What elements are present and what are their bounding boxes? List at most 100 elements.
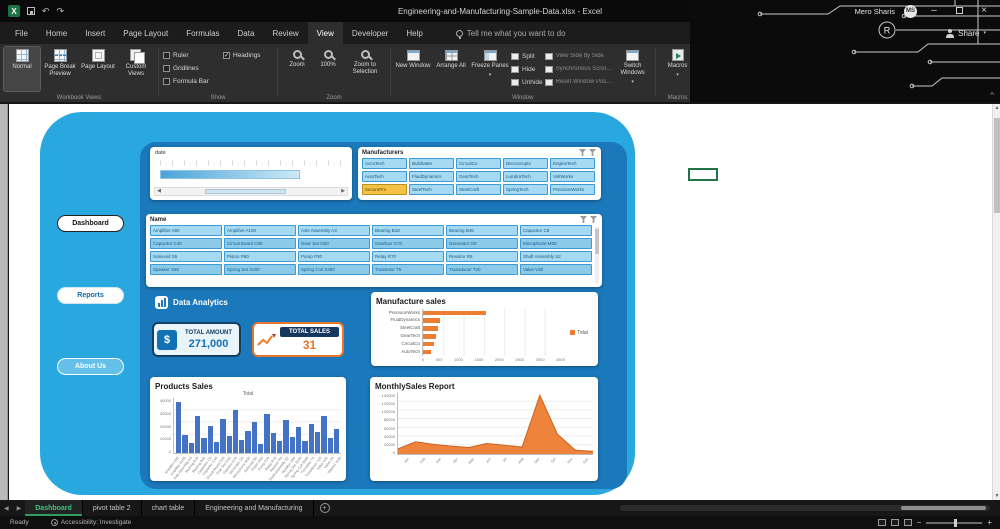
view-side-by-side-button[interactable]: View Side by Side bbox=[544, 50, 613, 62]
vertical-scrollbar[interactable]: ▲ ▼ bbox=[992, 104, 1000, 500]
split-button[interactable]: Split bbox=[511, 50, 543, 62]
zoom-slider[interactable] bbox=[926, 518, 983, 527]
headings-checkbox[interactable]: Headings bbox=[223, 50, 273, 61]
restore-button[interactable] bbox=[951, 0, 967, 23]
name-slicer-item[interactable]: Amplifier A90 bbox=[150, 225, 222, 236]
scroll-right-icon[interactable]: ▶ bbox=[339, 188, 347, 195]
ribbon-tab-developer[interactable]: Developer bbox=[343, 22, 397, 44]
name-slicer-item[interactable]: Piston P60 bbox=[224, 251, 296, 262]
manufacturer-slicer-item[interactable]: LumbraTech bbox=[503, 171, 548, 182]
scroll-up-icon[interactable]: ▲ bbox=[993, 104, 1000, 112]
name-slicer-item[interactable]: Transducer T20 bbox=[446, 264, 518, 275]
hide-button[interactable]: Hide bbox=[511, 63, 543, 75]
name-slicer-item[interactable]: Resistor R5 bbox=[446, 251, 518, 262]
date-timeline-slicer[interactable]: date ◀ ▶ bbox=[150, 147, 352, 200]
name-slicer-item[interactable]: Shaft Assembly S2 bbox=[520, 251, 592, 262]
name-slicer-item[interactable]: Valve V30 bbox=[520, 264, 592, 275]
ribbon-tab-data[interactable]: Data bbox=[229, 22, 264, 44]
slicer-clear-filter-icon[interactable] bbox=[590, 216, 597, 223]
share-button[interactable]: Share ▾ bbox=[946, 25, 986, 41]
name-slicer-item[interactable]: Axle Assembly A3 bbox=[298, 225, 370, 236]
redo-icon[interactable]: ↷ bbox=[57, 6, 65, 16]
sheet-tab-engineering-and-manufacturing[interactable]: Engineering and Manufacturing bbox=[195, 500, 314, 516]
slicer-multiselect-icon[interactable] bbox=[579, 149, 586, 156]
page-layout-button[interactable]: Page Layout bbox=[80, 47, 116, 91]
scrollbar-thumb[interactable] bbox=[994, 118, 1000, 213]
tab-scroll-right-icon[interactable]: ▶ bbox=[13, 500, 26, 516]
scrollbar-thumb[interactable] bbox=[204, 189, 286, 194]
zoom-100-button[interactable]: 100% bbox=[314, 47, 342, 91]
name-slicer-item[interactable]: Solenoid S6 bbox=[150, 251, 222, 262]
slicer-clear-filter-icon[interactable] bbox=[589, 149, 596, 156]
zoom-slider-thumb[interactable] bbox=[954, 518, 958, 527]
name-slicer-item[interactable]: Bearing B45 bbox=[446, 225, 518, 236]
manufacturer-slicer-item[interactable]: SecurePro bbox=[362, 184, 407, 195]
unhide-button[interactable]: Unhide bbox=[511, 76, 543, 88]
name-slicer-item[interactable]: Capacitor C8 bbox=[520, 225, 592, 236]
close-button[interactable]: × bbox=[976, 0, 992, 22]
name-slicer-item[interactable]: Amplifier A100 bbox=[224, 225, 296, 236]
tell-me-box[interactable]: Tell me what you want to do bbox=[455, 22, 566, 44]
name-slicer-item[interactable]: Capacitor C40 bbox=[150, 238, 222, 249]
save-icon[interactable] bbox=[27, 7, 35, 15]
switch-windows-button[interactable]: Switch Windows ▾ bbox=[615, 47, 651, 91]
undo-icon[interactable]: ↶ bbox=[42, 6, 50, 16]
horizontal-scrollbar[interactable] bbox=[620, 505, 990, 511]
name-slicer-item[interactable]: Transistor T5 bbox=[372, 264, 444, 275]
name-slicer-item[interactable]: Bearing B18 bbox=[372, 225, 444, 236]
page-break-preview-button[interactable]: Page Break Preview bbox=[42, 47, 78, 91]
sidebar-item-about-us[interactable]: About Us bbox=[57, 358, 124, 375]
ribbon-tab-home[interactable]: Home bbox=[37, 22, 76, 44]
manufacturer-slicer-item[interactable]: BuildMate bbox=[409, 158, 454, 169]
name-slicer-item[interactable]: Microphone M30 bbox=[520, 238, 592, 249]
sheet-tab-pivot-table-2[interactable]: pivot table 2 bbox=[83, 500, 142, 516]
reset-window-position-button[interactable]: Reset Window Position bbox=[544, 76, 613, 88]
zoom-to-selection-button[interactable]: Zoom to Selection bbox=[344, 47, 386, 91]
ribbon-tab-formulas[interactable]: Formulas bbox=[177, 22, 228, 44]
scrollbar-thumb[interactable] bbox=[595, 229, 599, 255]
ribbon-tab-insert[interactable]: Insert bbox=[76, 22, 114, 44]
excel-app-icon[interactable]: X bbox=[8, 5, 20, 17]
name-slicer-item[interactable]: Pump P30 bbox=[298, 251, 370, 262]
ribbon-tab-view[interactable]: View bbox=[307, 22, 343, 44]
manufacturer-slicer-item[interactable]: EngineTech bbox=[550, 158, 595, 169]
sheet-tab-dashboard[interactable]: Dashboard bbox=[25, 500, 83, 516]
manufacturer-slicer-item[interactable]: VoltWorks bbox=[550, 171, 595, 182]
synchronous-scrolling-button[interactable]: Synchronous Scrolling bbox=[544, 63, 613, 75]
scroll-down-icon[interactable]: ▼ bbox=[993, 492, 1000, 500]
new-sheet-button[interactable]: + bbox=[319, 503, 330, 513]
manufacturer-slicer-item[interactable]: AutoTech bbox=[362, 171, 407, 182]
ribbon-tab-file[interactable]: File bbox=[6, 22, 37, 44]
name-slicer-item[interactable]: Gearbox G70 bbox=[372, 238, 444, 249]
gridlines-checkbox[interactable]: Gridlines bbox=[163, 63, 221, 74]
manufacturer-slicer-item[interactable]: CircuitCo bbox=[456, 158, 501, 169]
name-slicer-item[interactable]: Speaker S50 bbox=[150, 264, 222, 275]
ribbon-tab-help[interactable]: Help bbox=[397, 22, 431, 44]
sidebar-item-dashboard[interactable]: Dashboard bbox=[57, 215, 124, 232]
zoom-out-button[interactable]: − bbox=[917, 518, 922, 527]
name-slicer-item[interactable]: Circuit Board C90 bbox=[224, 238, 296, 249]
custom-views-button[interactable]: Custom Views bbox=[118, 47, 154, 91]
user-name[interactable]: Mero Sharis bbox=[855, 7, 895, 16]
arrange-all-button[interactable]: Arrange All bbox=[433, 47, 469, 91]
name-slicer-item[interactable]: Generator G9 bbox=[446, 238, 518, 249]
accessibility-checker[interactable]: Accessibility: Investigate bbox=[50, 519, 131, 526]
collapse-ribbon-icon[interactable]: ^ bbox=[990, 91, 994, 100]
slicer-multiselect-icon[interactable] bbox=[580, 216, 587, 223]
name-slicer-item[interactable]: Spring Coil S300 bbox=[298, 264, 370, 275]
manufacturer-slicer-item[interactable]: SpringTech bbox=[503, 184, 548, 195]
name-slicer-item[interactable]: Spring Set S200 bbox=[224, 264, 296, 275]
slicer-scrollbar[interactable] bbox=[595, 227, 599, 283]
sheet-tab-chart-table[interactable]: chart table bbox=[142, 500, 196, 516]
manufacturer-slicer-item[interactable]: PrecisionWorks bbox=[550, 184, 595, 195]
normal-view-button[interactable]: Normal bbox=[3, 46, 41, 92]
normal-view-icon[interactable] bbox=[877, 519, 886, 526]
page-layout-view-icon[interactable] bbox=[890, 519, 899, 526]
scroll-left-icon[interactable]: ◀ bbox=[155, 188, 163, 195]
scrollbar-thumb[interactable] bbox=[901, 506, 986, 510]
new-window-button[interactable]: New Window bbox=[395, 47, 431, 91]
timeline-selection[interactable] bbox=[160, 170, 300, 179]
ribbon-tab-page-layout[interactable]: Page Layout bbox=[114, 22, 177, 44]
zoom-button[interactable]: Zoom bbox=[282, 47, 312, 91]
worksheet[interactable]: Dashboard Reports About Us date ◀ ▶ Manu… bbox=[9, 104, 992, 500]
